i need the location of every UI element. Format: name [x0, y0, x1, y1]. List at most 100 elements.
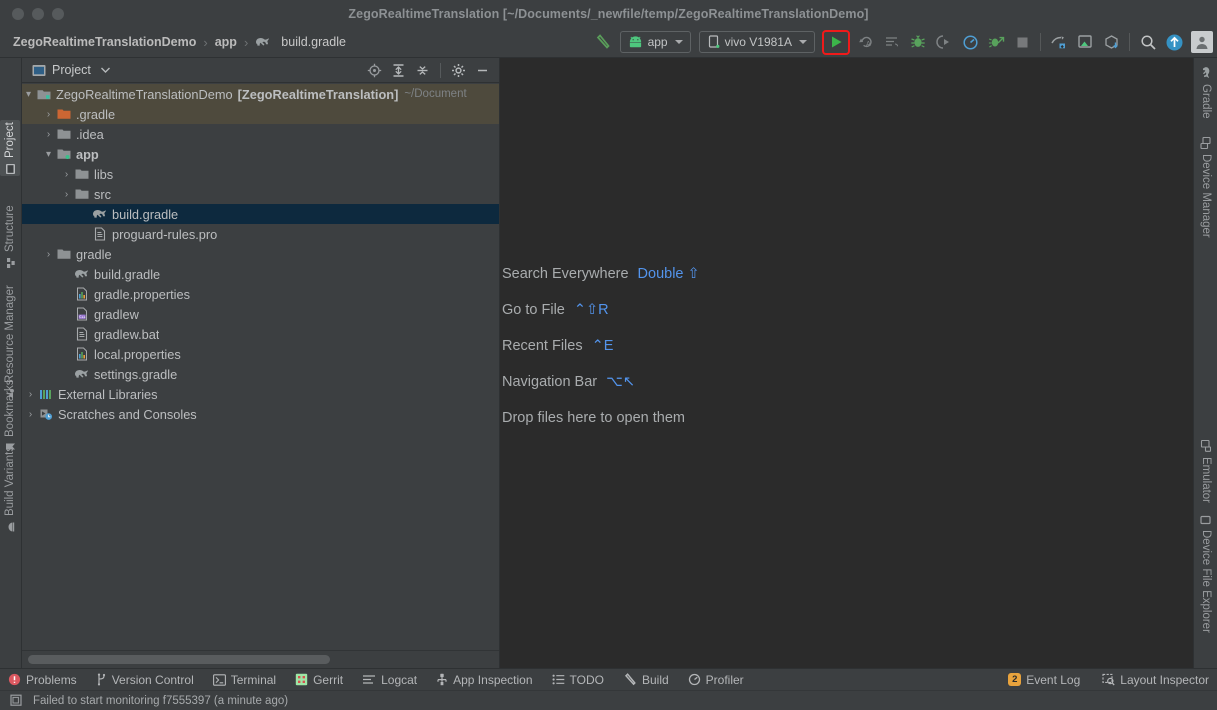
tree-row-external-libraries[interactable]: › External Libraries [22, 384, 499, 404]
run-with-coverage-button[interactable] [983, 30, 1009, 55]
text-file-icon [73, 327, 90, 341]
scrollbar-track[interactable] [25, 655, 496, 664]
shortcut-label: Recent Files [502, 338, 583, 354]
search-button[interactable] [1135, 30, 1161, 55]
debug-button[interactable] [905, 30, 931, 55]
scrollbar-thumb[interactable] [28, 655, 330, 664]
sidebar-item-emulator[interactable]: Emulator [1196, 438, 1216, 505]
project-tree[interactable]: ▾ ZegoRealtimeTranslationDemo [ZegoRealt… [22, 83, 499, 650]
tree-row-gradle-folder[interactable]: › gradle [22, 244, 499, 264]
bottom-item-terminal[interactable]: Terminal [212, 673, 276, 687]
project-tool-window: Project ▾ ZegoRealtimeTranslationDemo [Z… [22, 58, 500, 668]
avd-manager-icon [1078, 35, 1092, 48]
chevron-right-icon[interactable]: › [24, 409, 37, 420]
tree-row-libs[interactable]: › libs [22, 164, 499, 184]
account-button[interactable] [1191, 31, 1213, 53]
navigation-toolbar: ZegoRealtimeTranslationDemo › app › buil… [0, 27, 1217, 58]
status-message: Failed to start monitoring f7555397 (a m… [33, 694, 289, 707]
collapse-all-icon[interactable] [412, 60, 433, 80]
chevron-right-icon[interactable]: › [42, 129, 55, 140]
sidebar-item-structure[interactable]: Structure [0, 203, 20, 270]
tree-row-local-properties[interactable]: local.properties [22, 344, 499, 364]
sidebar-item-device-manager-label: Device Manager [1200, 154, 1212, 238]
bottom-item-profiler[interactable]: Profiler [688, 673, 744, 687]
chevron-right-icon[interactable]: › [60, 189, 73, 200]
memory-indicator-icon[interactable] [10, 694, 24, 707]
sidebar-item-device-manager[interactable]: Device Manager [1196, 135, 1216, 240]
build-hammer-icon[interactable] [590, 30, 616, 55]
android-head-icon [629, 36, 641, 48]
tree-label: build.gradle [112, 206, 179, 222]
update-button[interactable] [1161, 30, 1187, 55]
rerun-button[interactable]: A [853, 30, 879, 55]
breadcrumb-item-project[interactable]: ZegoRealtimeTranslationDemo [13, 35, 196, 49]
sidebar-item-build-variants[interactable]: Build Variants [0, 444, 20, 535]
tree-row-gradlew[interactable]: C++ gradlew [22, 304, 499, 324]
chevron-down-icon[interactable] [100, 66, 111, 74]
gradle-sync-button[interactable] [1098, 30, 1124, 55]
tree-row-dot-gradle[interactable]: › .gradle [22, 104, 499, 124]
select-opened-file-icon[interactable] [364, 60, 385, 80]
tree-row-root-build-gradle[interactable]: build.gradle [22, 264, 499, 284]
shortcut-key: Double ⇧ [637, 266, 700, 282]
tree-row-proguard-rules[interactable]: proguard-rules.pro [22, 224, 499, 244]
tree-label: build.gradle [94, 266, 161, 282]
sdk-manager-icon [1050, 36, 1065, 49]
module-icon [35, 88, 52, 101]
settings-gear-icon[interactable] [448, 60, 469, 80]
profiler-button[interactable] [957, 30, 983, 55]
avd-manager-button[interactable] [1072, 30, 1098, 55]
chevron-down-icon[interactable]: ▾ [42, 149, 55, 160]
tree-row-gradle-properties[interactable]: gradle.properties [22, 284, 499, 304]
breadcrumb-item-module[interactable]: app [215, 35, 237, 49]
attach-debugger-button[interactable] [931, 30, 957, 55]
sdk-manager-button[interactable] [1046, 30, 1072, 55]
bottom-item-layout-inspector[interactable]: Layout Inspector [1102, 673, 1209, 687]
tree-label: .idea [76, 126, 104, 142]
tree-label-root-path: ~/Document [404, 88, 467, 100]
bottom-item-gerrit[interactable]: Gerrit [295, 673, 343, 687]
tree-row-scratches-and-consoles[interactable]: › Scratches and Consoles [22, 404, 499, 424]
text-file-icon [91, 227, 108, 241]
apply-changes-button[interactable] [879, 30, 905, 55]
tree-row-dot-idea[interactable]: › .idea [22, 124, 499, 144]
bottom-item-label: Build [641, 672, 669, 687]
breadcrumb-item-file[interactable]: build.gradle [281, 35, 346, 49]
chevron-right-icon[interactable]: › [42, 109, 55, 120]
app-inspection-icon [436, 673, 448, 686]
project-tree-horizontal-scrollbar[interactable] [22, 650, 499, 668]
folder-icon [73, 168, 90, 180]
chevron-right-icon[interactable]: › [24, 389, 37, 400]
bottom-item-logcat[interactable]: Logcat [362, 673, 417, 687]
sidebar-item-bookmarks-label: Bookmarks [4, 379, 16, 437]
module-selector[interactable]: app [619, 31, 691, 53]
bottom-item-build[interactable]: Build [623, 673, 669, 687]
sidebar-item-device-file-explorer[interactable]: Device File Explorer [1196, 513, 1216, 635]
tree-row-settings-gradle[interactable]: settings.gradle [22, 364, 499, 384]
run-button[interactable] [822, 29, 850, 55]
sidebar-item-gradle[interactable]: Gradle [1196, 64, 1216, 121]
stop-button[interactable] [1009, 30, 1035, 55]
chevron-down-icon[interactable]: ▾ [22, 89, 35, 100]
sidebar-item-bookmarks[interactable]: Bookmarks [0, 377, 20, 453]
bottom-item-app-inspection[interactable]: App Inspection [436, 673, 533, 687]
device-selector[interactable]: vivo V1981A [698, 31, 815, 53]
tree-label: External Libraries [58, 386, 158, 402]
chevron-right-icon[interactable]: › [42, 249, 55, 260]
sidebar-item-project[interactable]: Project [0, 120, 20, 176]
build-variants-icon [5, 521, 15, 533]
bottom-item-version-control[interactable]: Version Control [96, 673, 194, 687]
hide-minimize-icon[interactable] [472, 60, 493, 80]
bottom-item-todo[interactable]: TODO [552, 673, 604, 687]
version-control-branch-icon [96, 673, 107, 686]
chevron-right-icon[interactable]: › [60, 169, 73, 180]
expand-all-icon[interactable] [388, 60, 409, 80]
tree-row-src[interactable]: › src [22, 184, 499, 204]
bottom-item-problems[interactable]: Problems [8, 673, 77, 687]
bottom-item-event-log[interactable]: 2 Event Log [1008, 673, 1080, 687]
tree-row-project-root[interactable]: ▾ ZegoRealtimeTranslationDemo [ZegoRealt… [22, 84, 499, 104]
tree-row-gradlew-bat[interactable]: gradlew.bat [22, 324, 499, 344]
tree-row-app-build-gradle[interactable]: build.gradle [22, 204, 499, 224]
editor-empty-area[interactable]: Search Everywhere Double ⇧ Go to File ⌃⇧… [500, 58, 1193, 668]
tree-row-app[interactable]: ▾ app [22, 144, 499, 164]
